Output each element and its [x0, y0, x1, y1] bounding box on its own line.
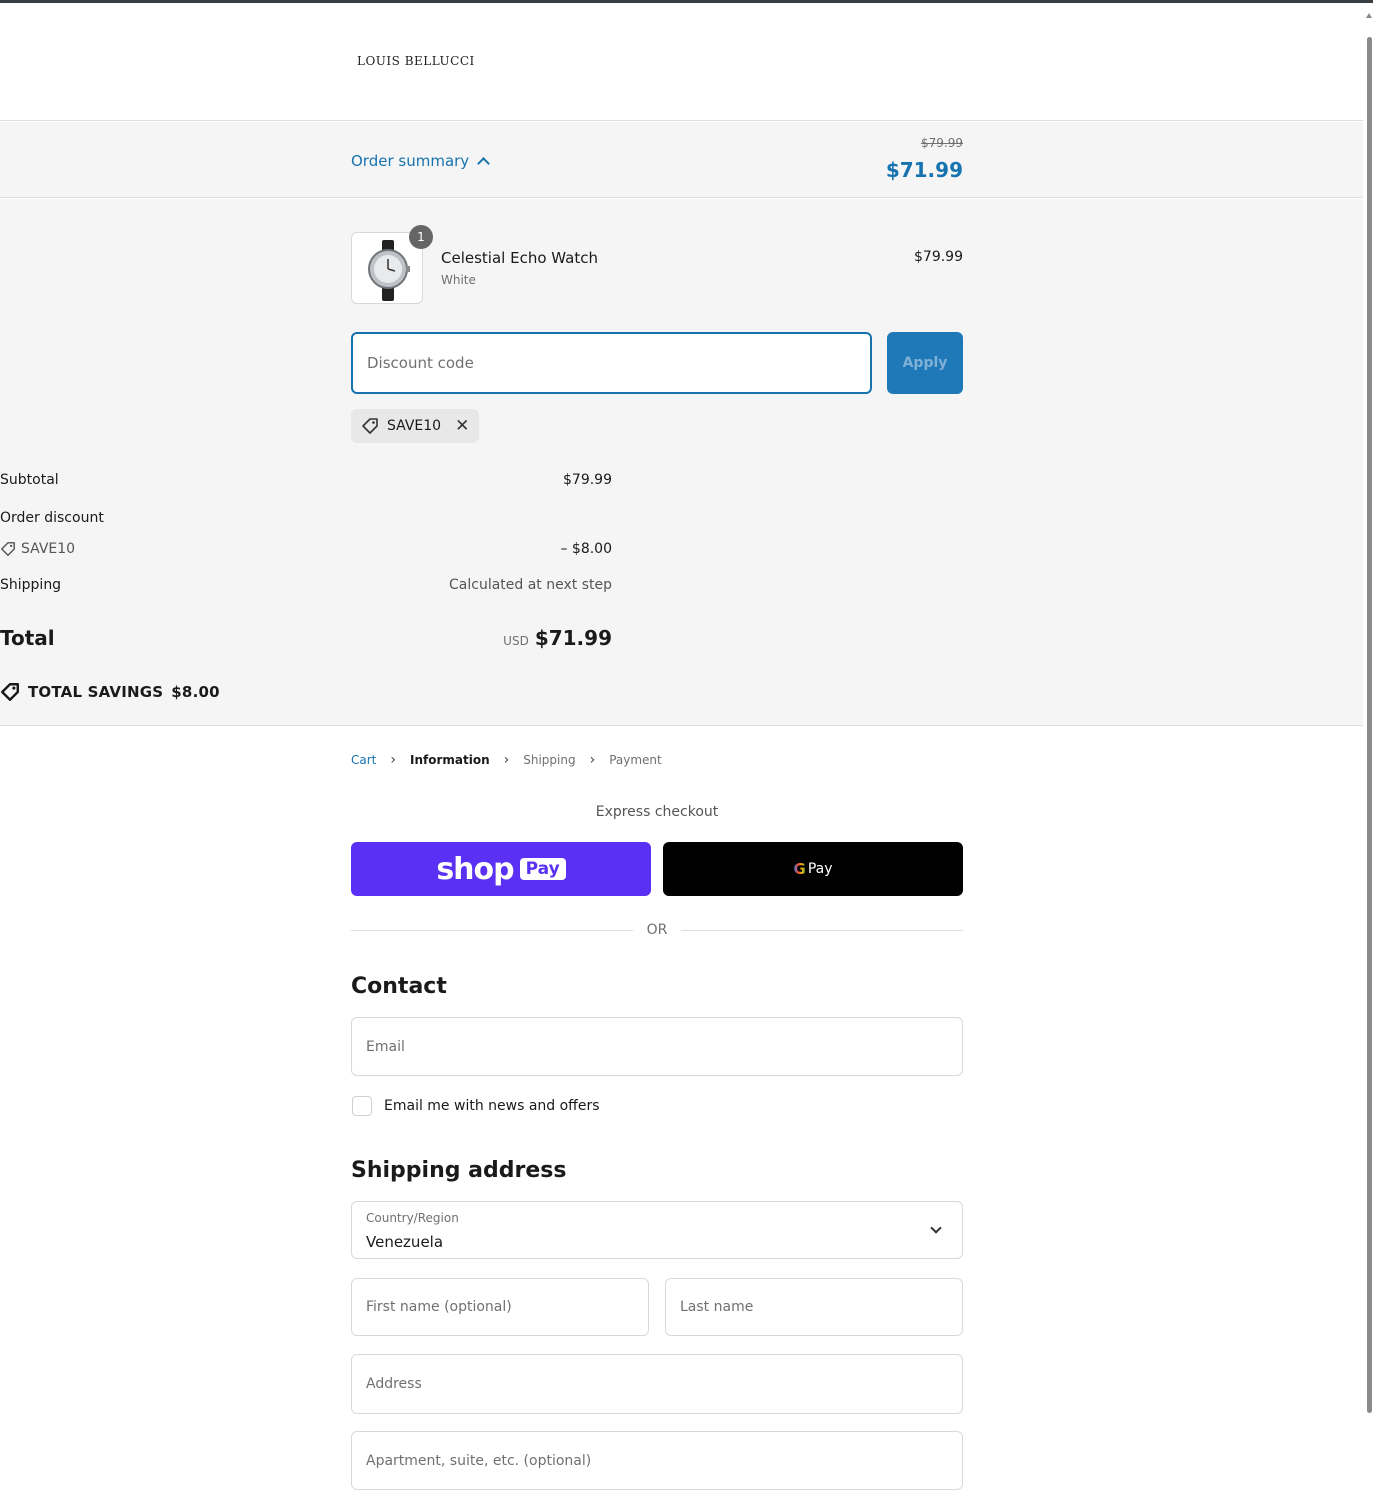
brand-logo[interactable]: LOUIS BELLUCCI	[357, 54, 475, 68]
quantity-badge: 1	[409, 225, 433, 249]
discount-value: – $8.00	[560, 541, 612, 557]
line-item: 1 Celestial Echo Watch White $79.99	[351, 225, 963, 304]
or-divider: OR	[351, 920, 963, 940]
total-row: Total USD $71.99	[0, 626, 612, 650]
discount-form: Apply	[351, 332, 963, 394]
contact-title: Contact	[351, 974, 447, 999]
total-savings-row: TOTAL SAVINGS $8.00	[0, 682, 612, 702]
product-thumbnail: 1	[351, 225, 433, 304]
applied-discount-chip: SAVE10 ✕	[351, 409, 479, 443]
subtotal-value: $79.99	[563, 472, 612, 488]
shop-pay-button[interactable]: shop Pay	[351, 842, 651, 896]
breadcrumb-payment: Payment	[609, 753, 662, 767]
shipping-row: Shipping Calculated at next step	[0, 577, 612, 593]
scrollbar[interactable]	[1365, 3, 1373, 1500]
shipping-value: Calculated at next step	[449, 577, 612, 593]
total-savings-value: $8.00	[171, 683, 220, 701]
breadcrumb-cart[interactable]: Cart	[351, 753, 376, 767]
country-select[interactable]: Country/Region Venezuela	[351, 1201, 963, 1259]
tag-icon	[362, 418, 378, 434]
subtotal-row: Subtotal $79.99	[0, 472, 612, 488]
newsletter-checkbox[interactable]	[352, 1096, 372, 1116]
chevron-right-icon: ›	[503, 752, 510, 768]
divider-line	[681, 929, 963, 931]
applied-discount-chip-container: SAVE10 ✕	[351, 409, 963, 443]
express-checkout-label: Express checkout	[595, 804, 719, 820]
or-text: OR	[646, 922, 668, 938]
chevron-down-icon	[930, 1222, 942, 1234]
scrollbar-thumb[interactable]	[1367, 37, 1372, 1413]
order-summary-label: Order summary	[351, 152, 470, 170]
discount-code-line: SAVE10	[0, 541, 75, 557]
discount-code-text: SAVE10	[21, 541, 76, 557]
total-value: $71.99	[534, 626, 612, 650]
newsletter-label[interactable]: Email me with news and offers	[384, 1098, 600, 1114]
remove-discount-close-icon[interactable]: ✕	[455, 416, 469, 436]
shop-pay-logo-word: shop	[436, 851, 514, 887]
first-name-input[interactable]	[351, 1278, 649, 1336]
chevron-right-icon: ›	[390, 752, 396, 768]
chevron-right-icon: ›	[589, 752, 596, 768]
discount-code-input[interactable]	[351, 332, 872, 394]
country-select-label: Country/Region	[366, 1211, 459, 1225]
original-price: $79.99	[921, 136, 963, 150]
chevron-up-icon	[477, 157, 491, 170]
total-label: Total	[0, 626, 55, 650]
currency-code: USD	[503, 634, 529, 648]
shipping-label: Shipping	[0, 577, 62, 593]
order-summary-panel: 1 Celestial Echo Watch White $79.99 Appl…	[0, 199, 1363, 726]
order-discount-row: Order discount	[0, 510, 612, 526]
total-amount: USD $71.99	[503, 626, 612, 650]
breadcrumb-shipping: Shipping	[523, 753, 576, 767]
tag-icon	[1, 542, 15, 556]
product-variant: White	[441, 273, 476, 287]
breadcrumb-information: Information	[409, 753, 490, 767]
product-name: Celestial Echo Watch	[441, 249, 598, 267]
shipping-address-title: Shipping address	[351, 1158, 567, 1183]
current-price: $71.99	[885, 158, 963, 182]
applied-discount-code: SAVE10	[387, 418, 442, 434]
apartment-input[interactable]	[351, 1431, 963, 1490]
google-pay-button[interactable]: G Pay	[663, 842, 963, 896]
product-price: $79.99	[914, 249, 963, 265]
scroll-up-arrow-icon[interactable]	[1366, 13, 1372, 18]
address-input[interactable]	[351, 1354, 963, 1414]
apply-discount-button[interactable]: Apply	[887, 332, 963, 394]
divider-line	[351, 929, 633, 931]
checkout-header: LOUIS BELLUCCI	[0, 3, 1363, 121]
email-input[interactable]	[351, 1017, 963, 1076]
order-discount-label: Order discount	[0, 510, 104, 526]
shop-pay-logo-badge: Pay	[519, 858, 566, 880]
total-savings-label: TOTAL SAVINGS	[28, 683, 164, 701]
order-summary-bar[interactable]: Order summary $79.99 $71.99	[0, 122, 1363, 198]
order-summary-toggle[interactable]: Order summary	[351, 152, 491, 170]
newsletter-option[interactable]: Email me with news and offers	[352, 1096, 600, 1116]
discount-code-row: SAVE10 – $8.00	[0, 541, 612, 561]
last-name-input[interactable]	[665, 1278, 963, 1336]
country-select-value: Venezuela	[366, 1233, 444, 1251]
breadcrumb: Cart › Information › Shipping › Payment	[351, 752, 662, 768]
google-g-icon: G	[793, 860, 806, 878]
tag-icon	[1, 683, 20, 701]
google-pay-label: Pay	[807, 861, 833, 877]
subtotal-label: Subtotal	[0, 472, 59, 488]
